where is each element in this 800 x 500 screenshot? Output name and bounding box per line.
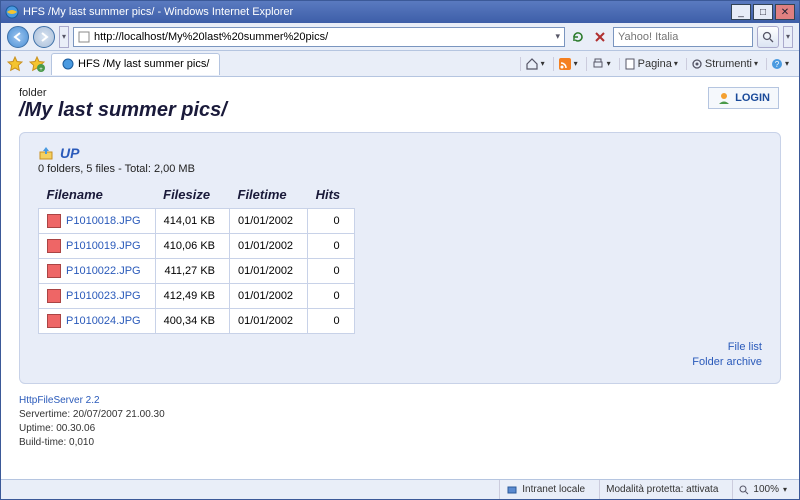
refresh-button[interactable] [569,28,587,46]
file-size: 410,06 KB [155,234,229,259]
search-provider-dropdown[interactable]: ▾ [783,26,793,48]
file-time: 01/01/2002 [230,309,308,334]
stop-button[interactable] [591,28,609,46]
up-icon [38,145,54,161]
folder-label: folder [19,87,781,99]
window-title: HFS /My last summer pics/ - Windows Inte… [23,6,727,18]
file-size: 400,34 KB [155,309,229,334]
file-hits: 0 [308,309,355,334]
user-icon [717,91,731,105]
col-filetime[interactable]: Filetime [230,183,308,209]
file-link[interactable]: P1010018.JPG [39,209,156,234]
maximize-button[interactable]: □ [753,4,773,20]
file-hits: 0 [308,234,355,259]
favorites-toolbar: + HFS /My last summer pics/ ▾ ▾ ▾ Pagina… [1,51,799,77]
tools-menu[interactable]: Strumenti▾ [686,58,762,70]
folder-stats: 0 folders, 5 files - Total: 2,00 MB [38,163,762,175]
file-table: Filename Filesize Filetime Hits P1010018… [38,183,355,334]
browser-window: HFS /My last summer pics/ - Windows Inte… [0,0,800,500]
page-content: folder /My last summer pics/ LOGIN UP 0 … [1,77,799,479]
zoom-icon [739,485,749,495]
close-button[interactable]: ✕ [775,4,795,20]
search-input[interactable] [618,31,748,43]
folder-archive-link[interactable]: Folder archive [38,355,762,370]
file-link[interactable]: P1010024.JPG [39,309,156,334]
search-button[interactable] [757,26,779,48]
file-hits: 0 [308,209,355,234]
file-time: 01/01/2002 [230,234,308,259]
page-icon [78,31,90,43]
address-bar[interactable]: ▾ [73,27,565,47]
svg-text:?: ? [775,60,780,69]
col-hits[interactable]: Hits [308,183,355,209]
file-list-link[interactable]: File list [38,340,762,355]
server-footer: HttpFileServer 2.2 Servertime: 20/07/200… [19,394,781,450]
page-menu[interactable]: Pagina▾ [619,58,682,70]
forward-button[interactable] [33,26,55,48]
table-row: P1010022.JPG411,27 KB01/01/20020 [39,259,355,284]
feeds-button[interactable]: ▾ [553,57,582,71]
file-hits: 0 [308,284,355,309]
file-size: 412,49 KB [155,284,229,309]
url-input[interactable] [94,31,551,43]
back-button[interactable] [7,26,29,48]
zoom-control[interactable]: 100% ▾ [732,480,793,499]
search-box[interactable] [613,27,753,47]
url-dropdown-icon[interactable]: ▾ [555,31,560,42]
file-hits: 0 [308,259,355,284]
help-button[interactable]: ?▾ [766,58,793,70]
uptime: Uptime: 00.30.06 [19,422,781,436]
file-link[interactable]: P1010019.JPG [39,234,156,259]
file-link[interactable]: P1010023.JPG [39,284,156,309]
zone-indicator[interactable]: Intranet locale [499,480,591,499]
folder-title: /My last summer pics/ [19,99,781,122]
minimize-button[interactable]: _ [731,4,751,20]
svg-text:+: + [39,67,43,72]
status-bar: Intranet locale Modalità protetta: attiv… [1,479,799,499]
table-row: P1010023.JPG412,49 KB01/01/20020 [39,284,355,309]
file-size: 414,01 KB [155,209,229,234]
file-time: 01/01/2002 [230,259,308,284]
favorites-star-icon[interactable] [7,56,23,72]
titlebar[interactable]: HFS /My last summer pics/ - Windows Inte… [1,1,799,23]
tab-label: HFS /My last summer pics/ [78,58,209,70]
file-panel: UP 0 folders, 5 files - Total: 2,00 MB F… [19,132,781,384]
file-link[interactable]: P1010022.JPG [39,259,156,284]
protected-mode: Modalità protetta: attivata [599,480,724,499]
nav-history-dropdown[interactable]: ▾ [59,26,69,48]
ie-icon [62,58,74,70]
intranet-icon [506,484,518,496]
col-filesize[interactable]: Filesize [155,183,229,209]
print-button[interactable]: ▾ [586,57,615,71]
app-version-link[interactable]: HttpFileServer 2.2 [19,394,781,408]
file-time: 01/01/2002 [230,209,308,234]
up-link[interactable]: UP [60,145,79,161]
nav-toolbar: ▾ ▾ ▾ [1,23,799,51]
add-favorite-icon[interactable]: + [29,56,45,72]
browser-tab[interactable]: HFS /My last summer pics/ [51,53,220,75]
col-filename[interactable]: Filename [39,183,156,209]
table-row: P1010024.JPG400,34 KB01/01/20020 [39,309,355,334]
file-size: 411,27 KB [155,259,229,284]
buildtime: Build-time: 0,010 [19,436,781,450]
file-time: 01/01/2002 [230,284,308,309]
ie-icon [5,5,19,19]
login-button[interactable]: LOGIN [708,87,779,109]
home-button[interactable]: ▾ [520,57,549,71]
servertime: Servertime: 20/07/2007 21.00.30 [19,408,781,422]
table-row: P1010019.JPG410,06 KB01/01/20020 [39,234,355,259]
table-row: P1010018.JPG414,01 KB01/01/20020 [39,209,355,234]
